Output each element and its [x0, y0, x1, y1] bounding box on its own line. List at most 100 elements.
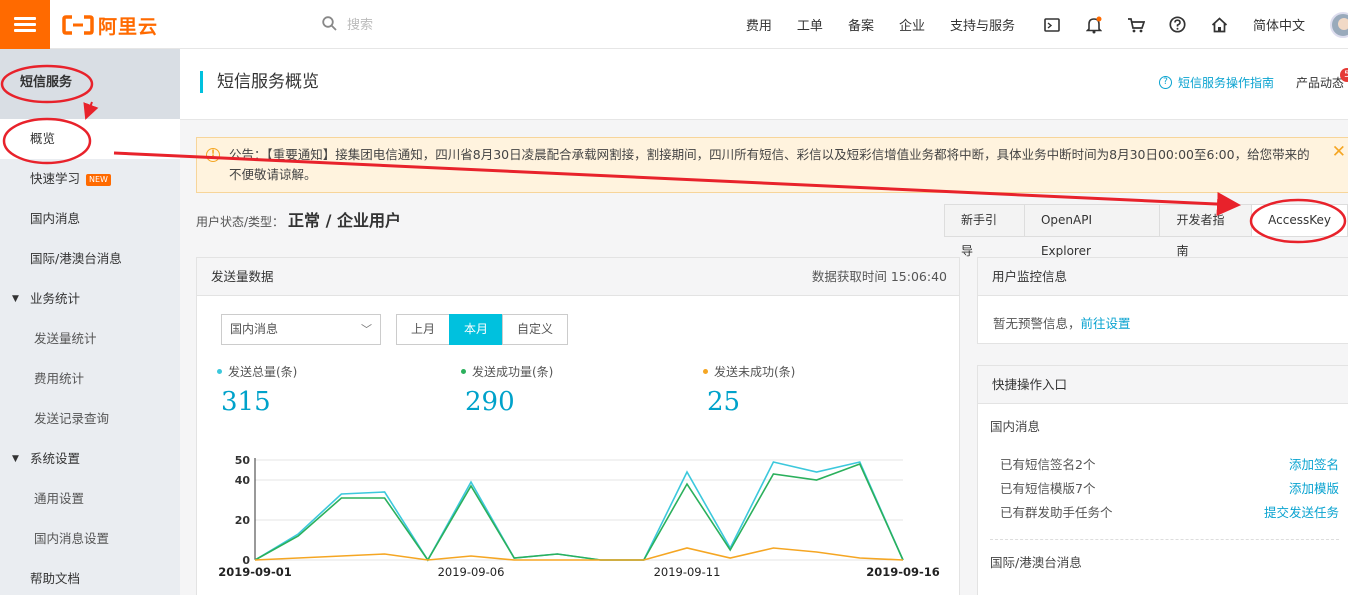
series-line	[254, 547, 904, 561]
sidebar-item-domestic-settings[interactable]: 国内消息设置	[0, 519, 180, 559]
divider	[990, 539, 1339, 540]
page-title: 短信服务概览	[200, 71, 319, 93]
warning-icon: !	[206, 148, 220, 162]
sidebar-group-settings[interactable]: ▼ 系统设置	[0, 439, 180, 479]
help-icon[interactable]	[1169, 16, 1187, 34]
user-status: 用户状态/类型： 正常 / 企业用户	[196, 207, 401, 231]
aliyun-logo[interactable]: 阿里云	[62, 12, 158, 38]
nav-support[interactable]: 支持与服务	[950, 15, 1015, 34]
series-line	[254, 462, 904, 562]
card-header: 快捷操作入口	[978, 366, 1348, 404]
quick-row-label: 已有群发助手任务个	[1000, 505, 1113, 520]
user-status-value: 正常 / 企业用户	[288, 211, 402, 230]
quick-row: 已有短信签名2个 添加签名	[990, 453, 1339, 477]
x-tick-label: 2019-09-06	[438, 565, 505, 579]
stat-success: 发送成功量(条) 290	[461, 363, 553, 417]
stat-label: 发送成功量(条)	[472, 365, 554, 379]
series-line	[254, 461, 904, 562]
sidebar: 短信服务 概览 快速学习 NEW 国内消息 国际/港澳台消息 ▼ 业务统计 发送量统…	[0, 49, 180, 595]
search-placeholder[interactable]: 搜索	[347, 14, 373, 33]
stat-value: 25	[707, 387, 741, 417]
card-title: 发送量数据	[211, 269, 274, 284]
user-avatar[interactable]	[1330, 11, 1348, 38]
submit-task-link[interactable]: 提交发送任务	[1264, 501, 1339, 525]
quick-body: 国内消息 已有短信签名2个 添加签名 已有短信模版7个 添加模版 已有群发助手任…	[978, 404, 1348, 571]
user-status-label: 用户状态/类型：	[196, 215, 285, 229]
notice-banner: ! 公告：【重要通知】接集团电信通知，四川省8月30日凌晨配合承载网割接，割接期…	[196, 137, 1348, 193]
news-count-badge: 5	[1340, 68, 1348, 82]
guide-link[interactable]: ? 短信服务操作指南	[1158, 74, 1274, 91]
page-header: 短信服务概览 ? 短信服务操作指南 产品动态 5	[180, 49, 1348, 120]
top-nav: 费用 工单 备案 企业 支持与服务 简体中文	[746, 0, 1348, 49]
product-news-link[interactable]: 产品动态	[1296, 74, 1344, 91]
search-box[interactable]: 搜索	[322, 14, 373, 33]
sidebar-item-help-docs[interactable]: 帮助文档	[0, 559, 180, 595]
section-title: 国内消息	[990, 419, 1041, 434]
send-volume-line-chart: 02040502019-09-01 2019-09-06 2019-09-11 201…	[218, 454, 940, 579]
notice-text: 公告：【重要通知】接集团电信通知，四川省8月30日凌晨配合承载网割接，割接期间，…	[229, 147, 1310, 182]
nav-tickets[interactable]: 工单	[797, 15, 823, 34]
card-header: 用户监控信息	[978, 258, 1348, 296]
legend-dot	[703, 369, 708, 374]
quick-row: 已有群发助手任务个 提交发送任务	[990, 501, 1339, 525]
period-custom[interactable]: 自定义	[502, 314, 569, 345]
nav-enterprise[interactable]: 企业	[899, 15, 925, 34]
period-selector: 上月 本月 自定义	[396, 314, 569, 345]
message-type-select[interactable]: 国内消息 ﹀	[221, 314, 381, 345]
home-icon[interactable]	[1211, 16, 1229, 34]
sidebar-header-sms-service[interactable]: 短信服务	[0, 49, 180, 119]
chevron-down-icon: ﹀	[361, 323, 372, 336]
sidebar-item-send-stats[interactable]: 发送量统计	[0, 319, 180, 359]
legend-dot	[217, 369, 222, 374]
fetch-time: 数据获取时间 15:06:40	[811, 269, 947, 284]
top-bar: 阿里云 搜索 费用 工单 备案 企业 支持与服务 简体中文	[0, 0, 1348, 49]
question-circle-icon: ?	[1158, 76, 1172, 89]
search-icon	[322, 16, 337, 31]
sidebar-group-statistics[interactable]: ▼ 业务统计	[0, 279, 180, 319]
sidebar-item-quick-learn[interactable]: 快速学习 NEW	[0, 159, 180, 199]
nav-icp[interactable]: 备案	[848, 15, 874, 34]
terminal-icon[interactable]	[1043, 16, 1061, 34]
period-last-month[interactable]: 上月	[396, 314, 451, 345]
sidebar-item-label: 快速学习	[30, 171, 81, 186]
user-monitor-card: 用户监控信息 暂无预警信息，前往设置	[977, 257, 1348, 344]
close-icon[interactable]: ✕	[1332, 142, 1346, 162]
quick-actions-card: 快捷操作入口 国内消息 已有短信签名2个 添加签名 已有短信模版7个 添加模版 …	[977, 365, 1348, 595]
language-switch[interactable]: 简体中文	[1253, 15, 1305, 34]
sidebar-item-cost-stats[interactable]: 费用统计	[0, 359, 180, 399]
tab-accesskey[interactable]: AccessKey	[1252, 205, 1347, 236]
tab-developer-guide[interactable]: 开发者指南	[1160, 205, 1253, 258]
add-signature-link[interactable]: 添加签名	[1289, 453, 1339, 477]
stat-label: 发送未成功(条)	[714, 365, 796, 379]
sidebar-group-label: 系统设置	[30, 451, 81, 466]
add-template-link[interactable]: 添加模版	[1289, 477, 1339, 501]
caret-down-icon: ▼	[12, 454, 19, 464]
send-volume-card: 发送量数据 数据获取时间 15:06:40 国内消息 ﹀ 上月 本月 自定义 发…	[196, 257, 960, 595]
y-tick-label: 50	[235, 454, 251, 467]
card-title: 用户监控信息	[992, 269, 1068, 284]
stat-failed: 发送未成功(条) 25	[703, 363, 795, 417]
goto-settings-link[interactable]: 前往设置	[1081, 316, 1131, 331]
x-tick-label: 2019-09-01	[218, 565, 292, 579]
section-title: 国际/港澳台消息	[990, 555, 1082, 570]
stat-total: 发送总量(条) 315	[217, 363, 297, 417]
sidebar-item-international[interactable]: 国际/港澳台消息	[0, 239, 180, 279]
nav-billing[interactable]: 费用	[746, 15, 772, 34]
sidebar-item-domestic[interactable]: 国内消息	[0, 199, 180, 239]
logo-text: 阿里云	[98, 15, 159, 38]
bell-icon[interactable]	[1085, 16, 1103, 34]
sidebar-item-overview[interactable]: 概览	[0, 119, 180, 159]
legend-dot	[461, 369, 466, 374]
quick-row-label: 已有短信签名2个	[1000, 457, 1096, 472]
tab-openapi-explorer[interactable]: OpenAPI Explorer	[1025, 205, 1161, 258]
period-this-month[interactable]: 本月	[449, 314, 504, 345]
sidebar-group-label: 业务统计	[30, 291, 81, 306]
sidebar-item-general-settings[interactable]: 通用设置	[0, 479, 180, 519]
card-title: 快捷操作入口	[992, 377, 1068, 392]
cart-icon[interactable]	[1127, 16, 1145, 34]
caret-down-icon: ▼	[12, 294, 19, 304]
hamburger-menu-button[interactable]	[0, 0, 50, 49]
sidebar-item-send-records[interactable]: 发送记录查询	[0, 399, 180, 439]
monitor-text: 暂无预警信息，	[993, 316, 1081, 331]
tab-beginner-guide[interactable]: 新手引导	[945, 205, 1025, 258]
